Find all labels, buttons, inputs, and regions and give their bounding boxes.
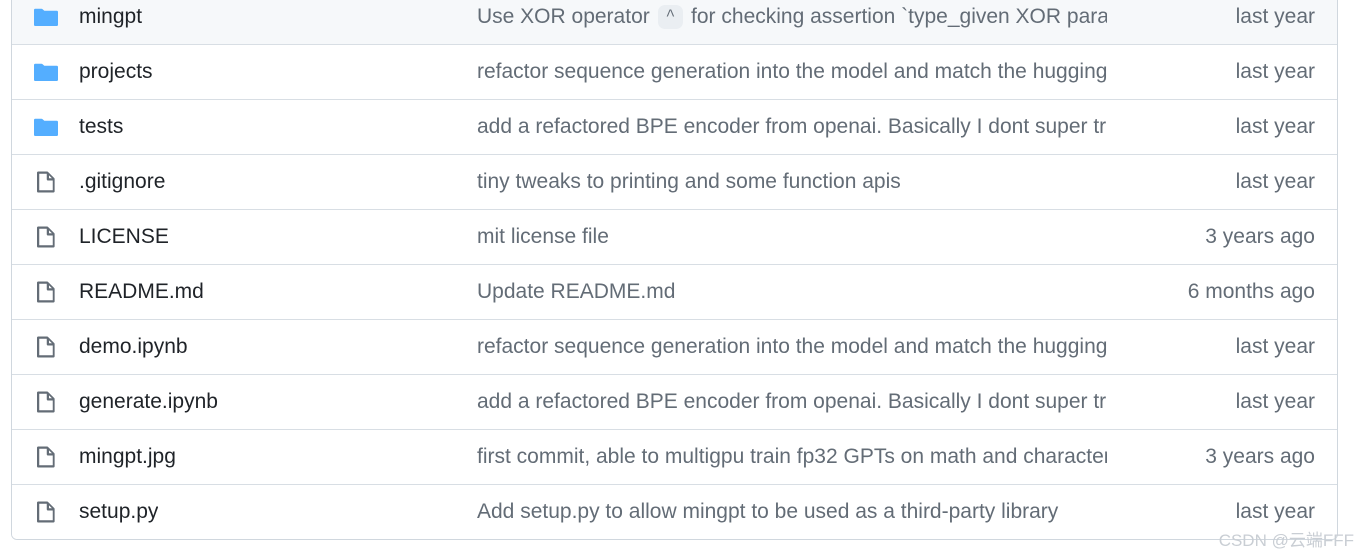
table-row[interactable]: projects refactor sequence generation int… (12, 44, 1337, 99)
commit-message-text: refactor sequence generation into the mo… (477, 60, 1107, 83)
commit-age: last year (1235, 170, 1315, 193)
commit-age: last year (1235, 115, 1315, 138)
file-name-link[interactable]: mingpt.jpg (79, 444, 176, 470)
table-row[interactable]: mingpt.jpg first commit, able to multigpu… (12, 429, 1337, 484)
table-row[interactable]: setup.py Add setup.py to allow mingpt to … (12, 484, 1337, 539)
file-name-link[interactable]: mingpt (79, 4, 142, 30)
commit-message-text: add a refactored BPE encoder from openai… (477, 390, 1107, 413)
file-name-link[interactable]: setup.py (79, 499, 158, 525)
commit-message-cell: first commit, able to multigpu train fp3… (477, 443, 1131, 471)
commit-age-cell: last year (1131, 334, 1321, 360)
file-table: mingpt Use XOR operator ^ for checking as… (11, 0, 1338, 540)
file-name-link[interactable]: LICENSE (79, 224, 169, 250)
file-name-cell: projects (79, 59, 477, 85)
commit-age: 3 years ago (1205, 225, 1315, 248)
folder-icon (29, 5, 79, 29)
commit-age-cell: 6 months ago (1131, 279, 1321, 305)
file-icon (29, 500, 79, 524)
commit-message-text: tiny tweaks to printing and some functio… (477, 170, 901, 193)
commit-message-cell: Add setup.py to allow mingpt to be used … (477, 498, 1131, 526)
file-name-cell: demo.ipynb (79, 334, 477, 360)
commit-age-cell: last year (1131, 169, 1321, 195)
commit-age: 3 years ago (1205, 445, 1315, 468)
commit-message-link[interactable]: refactor sequence generation into the mo… (477, 333, 1107, 361)
file-name-cell: mingpt (79, 4, 477, 30)
file-name-link[interactable]: projects (79, 59, 153, 85)
commit-age-cell: last year (1131, 499, 1321, 525)
commit-message-text: Add setup.py to allow mingpt to be used … (477, 500, 1059, 523)
folder-icon (29, 60, 79, 84)
commit-message-cell: add a refactored BPE encoder from openai… (477, 388, 1131, 416)
file-name-cell: setup.py (79, 499, 477, 525)
commit-message-text: mit license file (477, 225, 609, 248)
file-name-cell: generate.ipynb (79, 389, 477, 415)
commit-message-link[interactable]: Add setup.py to allow mingpt to be used … (477, 498, 1107, 526)
commit-message-text: first commit, able to multigpu train fp3… (477, 445, 1107, 468)
table-row[interactable]: demo.ipynb refactor sequence generation i… (12, 319, 1337, 374)
commit-message-link[interactable]: refactor sequence generation into the mo… (477, 58, 1107, 86)
file-name-link[interactable]: demo.ipynb (79, 334, 188, 360)
commit-message-cell: Use XOR operator ^ for checking assertio… (477, 3, 1131, 31)
commit-message-cell: refactor sequence generation into the mo… (477, 333, 1131, 361)
commit-message-link[interactable]: first commit, able to multigpu train fp3… (477, 443, 1107, 471)
file-name-link[interactable]: tests (79, 114, 123, 140)
file-name-link[interactable]: generate.ipynb (79, 389, 218, 415)
commit-message-cell: add a refactored BPE encoder from openai… (477, 113, 1131, 141)
commit-age: last year (1235, 335, 1315, 358)
folder-icon (29, 115, 79, 139)
commit-message-link[interactable]: tiny tweaks to printing and some functio… (477, 168, 1107, 196)
file-name-link[interactable]: .gitignore (79, 169, 165, 195)
file-icon (29, 445, 79, 469)
table-row[interactable]: README.md Update README.md 6 months ago (12, 264, 1337, 319)
commit-age-cell: last year (1131, 389, 1321, 415)
file-icon (29, 225, 79, 249)
commit-message-link[interactable]: add a refactored BPE encoder from openai… (477, 388, 1107, 416)
commit-age-cell: 3 years ago (1131, 444, 1321, 470)
file-icon (29, 280, 79, 304)
commit-message-link[interactable]: mit license file (477, 223, 1107, 251)
file-icon (29, 390, 79, 414)
table-row[interactable]: mingpt Use XOR operator ^ for checking as… (12, 0, 1337, 44)
commit-message-text: add a refactored BPE encoder from openai… (477, 115, 1107, 138)
file-name-cell: tests (79, 114, 477, 140)
commit-age: last year (1235, 60, 1315, 83)
commit-message-cell: tiny tweaks to printing and some functio… (477, 168, 1131, 196)
file-name-cell: LICENSE (79, 224, 477, 250)
file-name-cell: mingpt.jpg (79, 444, 477, 470)
commit-message-cell: Update README.md (477, 278, 1131, 306)
commit-message-cell: mit license file (477, 223, 1131, 251)
commit-age: last year (1235, 4, 1315, 28)
commit-message-cell: refactor sequence generation into the mo… (477, 58, 1131, 86)
commit-message-link[interactable]: Update README.md (477, 278, 1107, 306)
table-row[interactable]: generate.ipynb add a refactored BPE encod… (12, 374, 1337, 429)
commit-message-link[interactable]: Use XOR operator ^ for checking assertio… (477, 3, 1107, 31)
inline-code-chip: ^ (657, 4, 684, 29)
table-row[interactable]: .gitignore tiny tweaks to printing and so… (12, 154, 1337, 209)
commit-message-link[interactable]: add a refactored BPE encoder from openai… (477, 113, 1107, 141)
table-row[interactable]: LICENSE mit license file 3 years ago (12, 209, 1337, 264)
commit-message-text: Use XOR operator (477, 4, 650, 28)
file-name-link[interactable]: README.md (79, 279, 204, 305)
file-icon (29, 170, 79, 194)
commit-age-cell: last year (1131, 114, 1321, 140)
commit-message-text: refactor sequence generation into the mo… (477, 335, 1107, 358)
commit-age-cell: 3 years ago (1131, 224, 1321, 250)
commit-message-text-tail: for checking assertion `type_given XOR p… (691, 4, 1107, 28)
commit-age: last year (1235, 500, 1315, 523)
commit-age-cell: last year (1131, 59, 1321, 85)
file-name-cell: .gitignore (79, 169, 477, 195)
commit-age: last year (1235, 390, 1315, 413)
commit-message-text: Update README.md (477, 280, 676, 303)
commit-age: 6 months ago (1187, 280, 1315, 303)
file-name-cell: README.md (79, 279, 477, 305)
table-row[interactable]: tests add a refactored BPE encoder from o… (12, 99, 1337, 154)
file-icon (29, 335, 79, 359)
commit-age-cell: last year (1131, 4, 1321, 30)
